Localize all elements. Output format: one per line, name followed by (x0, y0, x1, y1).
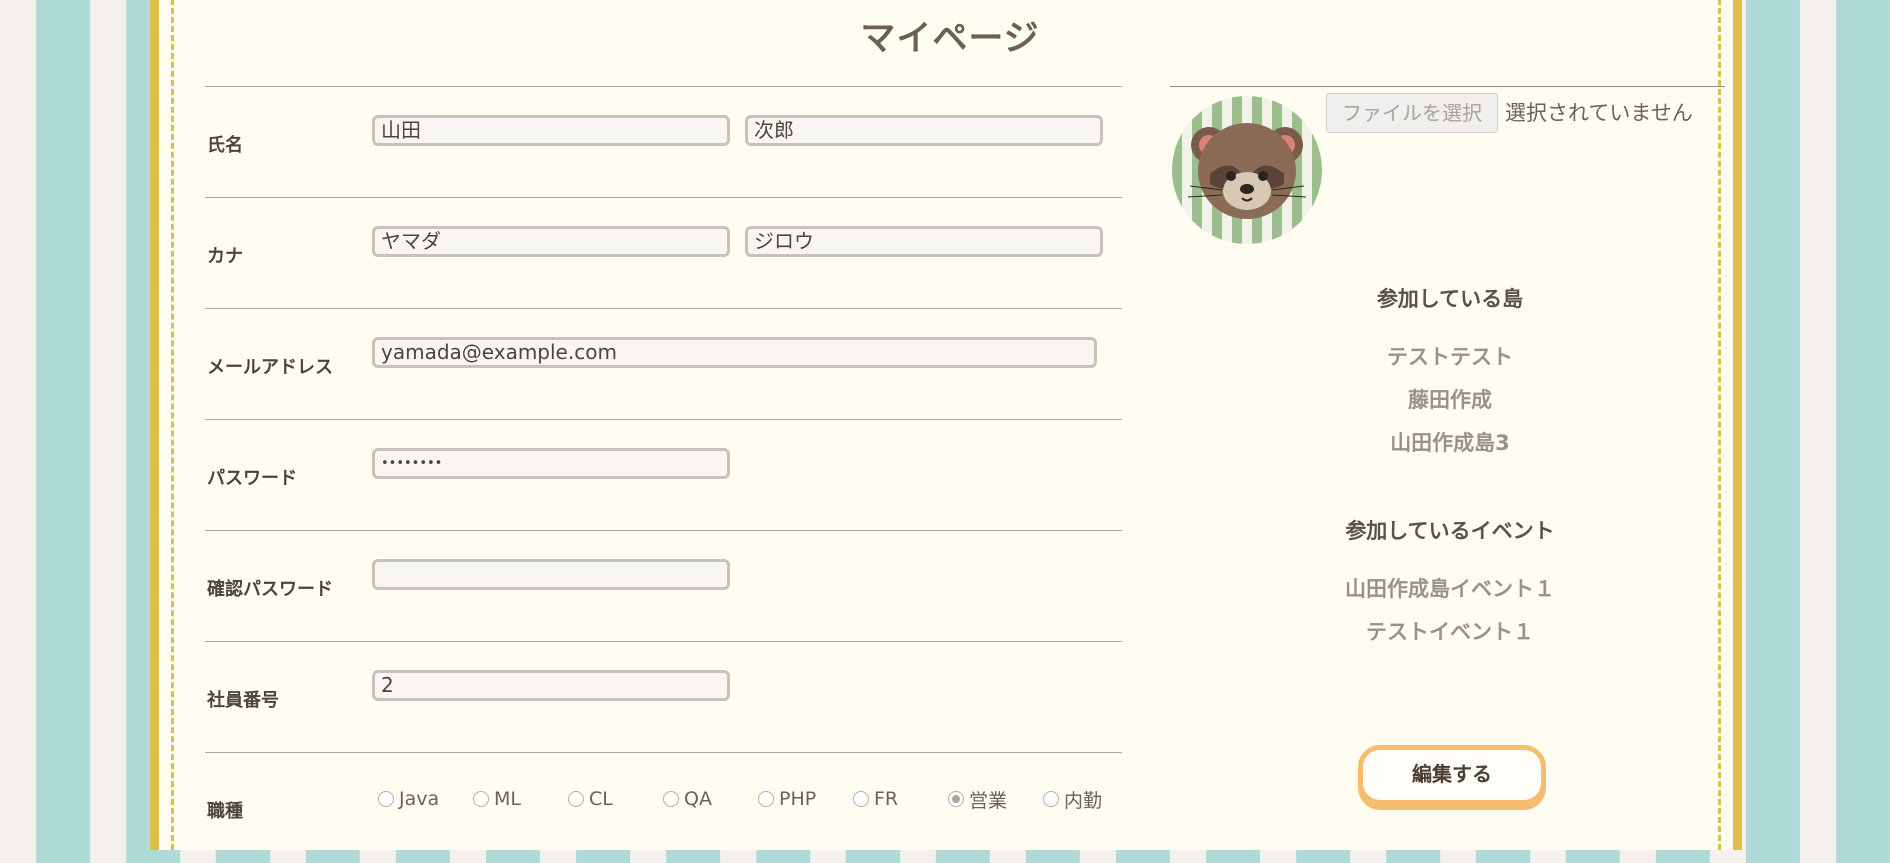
page-title: マイページ (860, 19, 1040, 59)
name-row: 氏名 山田 次郎 (205, 86, 1122, 197)
file-select-button[interactable]: ファイルを選択 (1326, 93, 1498, 133)
confirm-password-field[interactable] (372, 559, 730, 590)
island-item[interactable]: テストテスト (1300, 341, 1600, 371)
last-name-input[interactable]: 山田 (372, 115, 730, 146)
island-item[interactable]: 藤田作成 (1300, 384, 1600, 414)
job-option-label: CL (589, 788, 613, 810)
email-label: メールアドレス (207, 357, 333, 378)
job-option-label: 営業 (969, 789, 1008, 812)
job-option-label: PHP (779, 788, 817, 810)
job-option-label: Java (399, 788, 440, 810)
employee-id-label: 社員番号 (207, 690, 279, 711)
radio-sales[interactable] (948, 791, 964, 807)
job-option-office[interactable]: 内勤 (1043, 785, 1102, 813)
job-option-php[interactable]: PHP (758, 785, 816, 813)
job-option-java[interactable]: Java (378, 785, 439, 813)
job-option-fr[interactable]: FR (853, 785, 898, 813)
job-option-cl[interactable]: CL (568, 785, 613, 813)
email-field[interactable]: yamada@example.com (372, 337, 1097, 368)
job-option-sales[interactable]: 営業 (948, 785, 1007, 813)
job-option-label: 内勤 (1064, 789, 1103, 812)
radio-php[interactable] (758, 791, 774, 807)
island-item[interactable]: 山田作成島3 (1300, 427, 1600, 457)
employee-id-field[interactable]: 2 (372, 670, 730, 701)
edit-button[interactable]: 編集する (1358, 745, 1546, 805)
password-field[interactable]: •••••••• (372, 448, 730, 479)
radio-cl[interactable] (568, 791, 584, 807)
event-item[interactable]: テストイベント１ (1300, 616, 1600, 646)
kana-label: カナ (207, 246, 243, 267)
confirm-password-row: 確認パスワード (205, 530, 1122, 641)
password-label: パスワード (207, 468, 297, 489)
last-name-kana-input[interactable]: ヤマダ (372, 226, 730, 257)
job-option-label: ML (494, 788, 521, 810)
radio-ml[interactable] (473, 791, 489, 807)
first-name-input[interactable]: 次郎 (745, 115, 1103, 146)
profile-divider (1170, 86, 1725, 87)
event-item[interactable]: 山田作成島イベント１ (1300, 573, 1600, 603)
job-option-label: FR (874, 788, 899, 810)
first-name-kana-input[interactable]: ジロウ (745, 226, 1103, 257)
job-option-qa[interactable]: QA (663, 785, 712, 813)
radio-fr[interactable] (853, 791, 869, 807)
job-option-ml[interactable]: ML (473, 785, 521, 813)
job-type-row: 職種 Java ML CL QA PHP FR 営業 内勤 (205, 752, 1122, 863)
profile-form: 氏名 山田 次郎 カナ ヤマダ ジロウ メールアドレス yamada@examp… (205, 86, 1122, 863)
kana-row: カナ ヤマダ ジロウ (205, 197, 1122, 308)
radio-qa[interactable] (663, 791, 679, 807)
password-row: パスワード •••••••• (205, 419, 1122, 530)
radio-office[interactable] (1043, 791, 1059, 807)
name-label: 氏名 (207, 135, 243, 156)
radio-java[interactable] (378, 791, 394, 807)
job-type-label: 職種 (207, 801, 243, 822)
job-option-label: QA (684, 788, 712, 810)
email-row: メールアドレス yamada@example.com (205, 308, 1122, 419)
events-heading: 参加しているイベント (1345, 519, 1555, 543)
tanuki-avatar-icon (1172, 96, 1322, 244)
islands-heading: 参加している島 (1376, 287, 1524, 311)
confirm-password-label: 確認パスワード (207, 579, 333, 600)
file-selection-status: 選択されていません (1505, 101, 1693, 125)
employee-id-row: 社員番号 2 (205, 641, 1122, 752)
